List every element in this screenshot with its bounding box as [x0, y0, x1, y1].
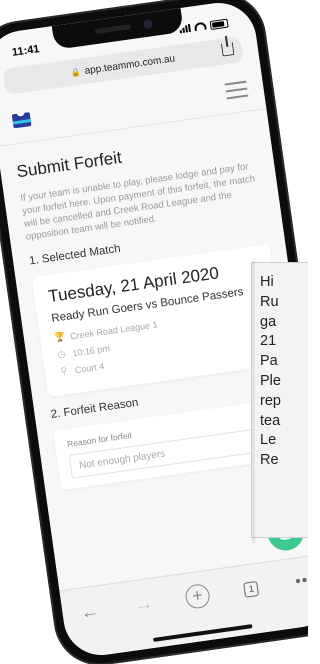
wifi-icon — [193, 21, 207, 32]
share-icon[interactable] — [220, 42, 235, 57]
forward-icon[interactable]: → — [127, 590, 160, 618]
tooltip-line: Le — [260, 432, 277, 449]
trophy-icon: 🏆 — [53, 331, 67, 344]
more-icon[interactable]: ••• — [289, 567, 308, 595]
teammo-logo[interactable] — [8, 109, 34, 130]
plus-icon: + — [183, 582, 212, 610]
menu-icon[interactable] — [224, 80, 249, 99]
reason-placeholder: Not enough players — [78, 448, 166, 472]
url-text: app.teammo.com.au — [83, 52, 176, 77]
tooltip-line: rep — [260, 392, 281, 409]
back-icon[interactable]: ← — [73, 598, 106, 626]
tooltip-line: Pa — [260, 353, 278, 370]
new-tab-button[interactable]: + — [181, 582, 214, 610]
speaker — [94, 24, 131, 35]
match-card: Tuesday, 21 April 2020 Ready Run Goers v… — [31, 244, 287, 398]
time-text: 10:16 pm — [71, 343, 111, 359]
tooltip-line: Ple — [260, 372, 281, 389]
status-time: 11:41 — [11, 43, 41, 59]
tabs-count: 1 — [243, 580, 260, 598]
tooltip-line: ga — [260, 313, 277, 330]
home-indicator — [152, 624, 253, 642]
clock-icon: ◷ — [56, 348, 67, 360]
tooltip-line: Hi — [260, 274, 274, 290]
court-text: Court 4 — [74, 361, 105, 376]
tooltip-line: Ru — [260, 293, 279, 310]
tooltip-line: Re — [260, 452, 279, 469]
battery-icon — [209, 18, 229, 30]
signal-icon — [179, 23, 191, 34]
status-icons — [179, 18, 229, 34]
stage: 11:41 🔒 app.teammo.com.au Submit Forfeit… — [0, 0, 308, 664]
camera — [142, 19, 154, 30]
tabs-button[interactable]: 1 — [235, 575, 268, 603]
tooltip-line: 21 — [260, 333, 277, 350]
tooltip-line: tea — [260, 412, 281, 429]
lock-icon: 🔒 — [70, 67, 82, 78]
tooltip-callout: Hi Ru ga 21 Pa Ple rep tea Le Re — [251, 258, 308, 543]
location-pin-icon: ⚲ — [59, 365, 68, 377]
